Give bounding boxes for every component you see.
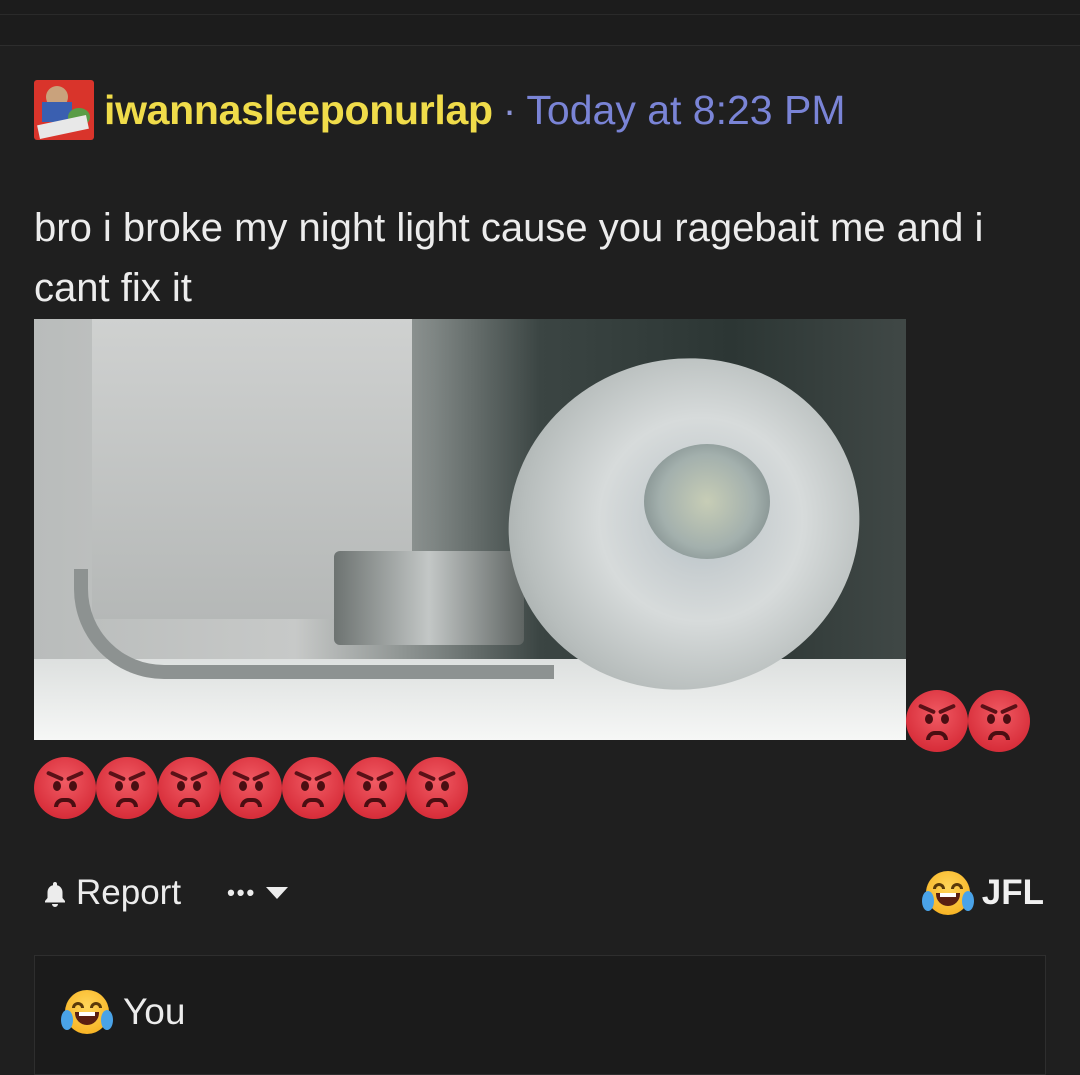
- bell-icon: [40, 878, 70, 908]
- angry-face-icon: [220, 757, 282, 819]
- post-actions: Report ••• JFL: [40, 866, 1044, 920]
- post-header: iwannasleeponurlap · Today at 8:23 PM: [34, 80, 845, 140]
- reaction-summary-button[interactable]: JFL: [921, 871, 1044, 915]
- post-timestamp: Today at 8:23 PM: [526, 86, 846, 133]
- report-button[interactable]: Report: [40, 873, 181, 913]
- angry-face-icon: [344, 757, 406, 819]
- angry-face-icon: [968, 690, 1030, 752]
- reaction-list: You: [34, 955, 1046, 1075]
- tears-of-joy-icon: [61, 990, 113, 1034]
- angry-face-icon: [406, 757, 468, 819]
- ellipsis-icon: •••: [227, 880, 257, 905]
- angry-face-icon: [282, 757, 344, 819]
- post-message: bro i broke my night light cause you rag…: [34, 206, 984, 310]
- more-options-button[interactable]: •••: [227, 880, 289, 906]
- angry-face-icon: [906, 690, 968, 752]
- caret-down-icon: [266, 887, 289, 899]
- angry-face-icon: [96, 757, 158, 819]
- report-label: Report: [76, 873, 182, 912]
- username[interactable]: iwannasleeponurlap: [104, 87, 493, 134]
- reaction-author: You: [123, 991, 186, 1032]
- reaction-item[interactable]: You: [61, 990, 186, 1034]
- avatar[interactable]: [34, 80, 94, 140]
- attached-image[interactable]: [34, 319, 906, 740]
- angry-face-icon: [158, 757, 220, 819]
- angry-face-icon: [34, 757, 96, 819]
- reaction-label: JFL: [981, 873, 1044, 912]
- tears-of-joy-icon: [921, 871, 974, 915]
- separator: ·: [502, 86, 517, 133]
- top-bar: [0, 0, 1080, 46]
- divider: [0, 14, 1080, 15]
